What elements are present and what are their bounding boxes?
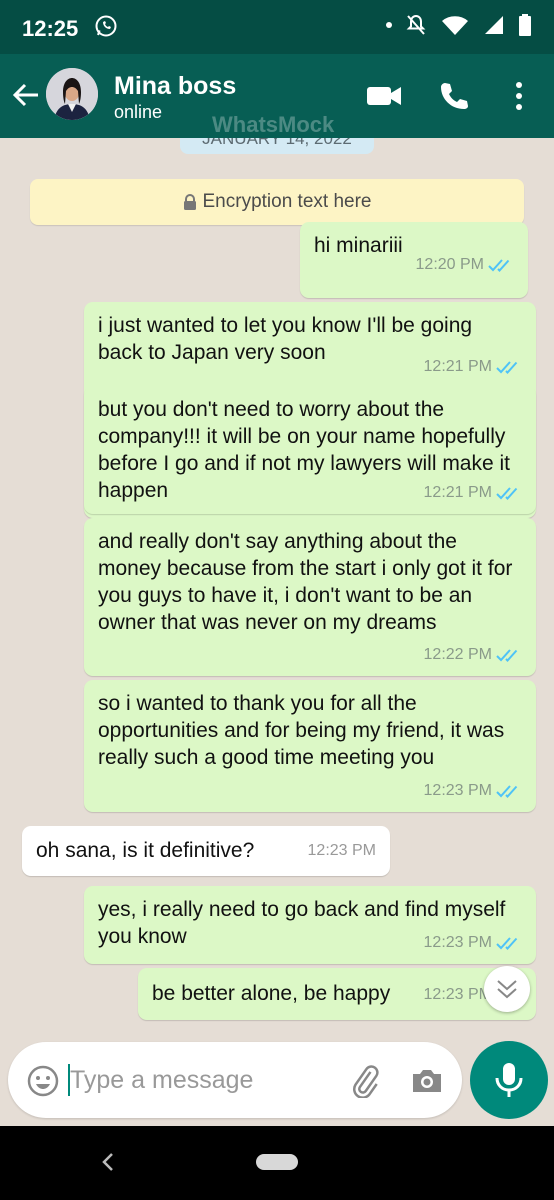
mic-button[interactable] [470, 1041, 548, 1119]
phone-icon[interactable] [436, 80, 472, 112]
message-time: 12:21 PM [423, 358, 492, 375]
message-time: 12:23 PM [423, 934, 492, 951]
message-text: oh sana, is it definitive? [36, 839, 255, 862]
message-text: so i wanted to thank you for all the opp… [98, 692, 505, 769]
back-arrow-icon[interactable] [12, 81, 40, 109]
message-meta: 12:20 PM [416, 251, 514, 278]
status-time: 12:25 [22, 16, 79, 41]
message-time: 12:22 PM [423, 646, 492, 663]
message-time: 12:23 PM [307, 842, 376, 859]
message-meta: 12:23 PM [308, 837, 376, 864]
message-bubble-outgoing[interactable]: hi minariii 12:20 PM [300, 222, 528, 298]
message-text: i just wanted to let you know I'll be go… [98, 314, 473, 364]
encryption-text: Encryption text here [202, 191, 372, 212]
emoji-icon[interactable] [26, 1064, 60, 1098]
message-time: 12:21 PM [423, 484, 492, 501]
notification-dot [386, 22, 392, 28]
signal-icon [485, 16, 503, 34]
double-check-icon [496, 486, 518, 500]
message-meta: 12:23 PM [424, 777, 522, 804]
double-check-icon [496, 648, 518, 662]
message-time: 12:20 PM [415, 256, 484, 273]
contact-status: online [114, 102, 163, 122]
message-text: be better alone, be happy [152, 982, 391, 1005]
double-check-icon [496, 360, 518, 374]
double-check-icon [488, 258, 510, 272]
message-bubble-outgoing[interactable]: so i wanted to thank you for all the opp… [84, 680, 536, 812]
message-bubble-outgoing[interactable]: but you don't need to worry about the co… [84, 386, 536, 514]
message-meta: 12:21 PM [424, 479, 522, 506]
message-meta: 12:23 PM [424, 929, 522, 956]
message-bubble-outgoing[interactable]: yes, i really need to go back and find m… [84, 886, 536, 964]
nav-home-pill[interactable] [256, 1154, 298, 1170]
nav-back-icon[interactable] [98, 1148, 118, 1176]
battery-icon [519, 14, 531, 36]
double-check-icon [496, 784, 518, 798]
wifi-icon [442, 16, 468, 35]
watermark: WhatsMock [212, 112, 335, 137]
camera-icon[interactable] [410, 1064, 444, 1098]
message-time: 12:23 PM [423, 782, 492, 799]
attach-icon[interactable] [348, 1064, 382, 1098]
status-bar: 12:25 [0, 0, 554, 54]
dnd-icon [406, 14, 426, 35]
message-text: and really don't say anything about the … [98, 530, 513, 634]
system-nav-bar [0, 1126, 554, 1200]
lock-icon [183, 194, 196, 210]
avatar[interactable] [46, 68, 98, 120]
message-meta: 12:21 PM [424, 353, 522, 380]
date-chip: JANUARY 14, 2022 [180, 138, 374, 154]
message-time: 12:23 PM [423, 986, 492, 1003]
mic-icon [495, 1063, 523, 1097]
more-vert-icon[interactable] [508, 80, 530, 112]
message-text: hi minariii [314, 234, 403, 257]
scroll-to-bottom-button[interactable] [484, 966, 530, 1012]
message-bubble-outgoing[interactable]: and really don't say anything about the … [84, 518, 536, 676]
whatsapp-icon [95, 15, 117, 37]
avatar-portrait [46, 68, 98, 120]
status-icons [386, 14, 532, 36]
contact-name[interactable]: Mina boss [114, 72, 236, 101]
message-bubble-outgoing[interactable]: be better alone, be happy 12:23 PM [138, 968, 536, 1020]
message-meta: 12:22 PM [424, 641, 522, 668]
chevron-double-down-icon [497, 980, 517, 999]
video-call-icon[interactable] [366, 80, 402, 112]
message-composer [8, 1042, 462, 1118]
encryption-notice[interactable]: Encryption text here [30, 179, 524, 225]
chat-area[interactable]: JANUARY 14, 2022 Encryption text here hi… [0, 138, 554, 1038]
message-input[interactable] [70, 1060, 330, 1100]
double-check-icon [496, 936, 518, 950]
message-bubble-incoming[interactable]: oh sana, is it definitive? 12:23 PM [22, 826, 390, 876]
